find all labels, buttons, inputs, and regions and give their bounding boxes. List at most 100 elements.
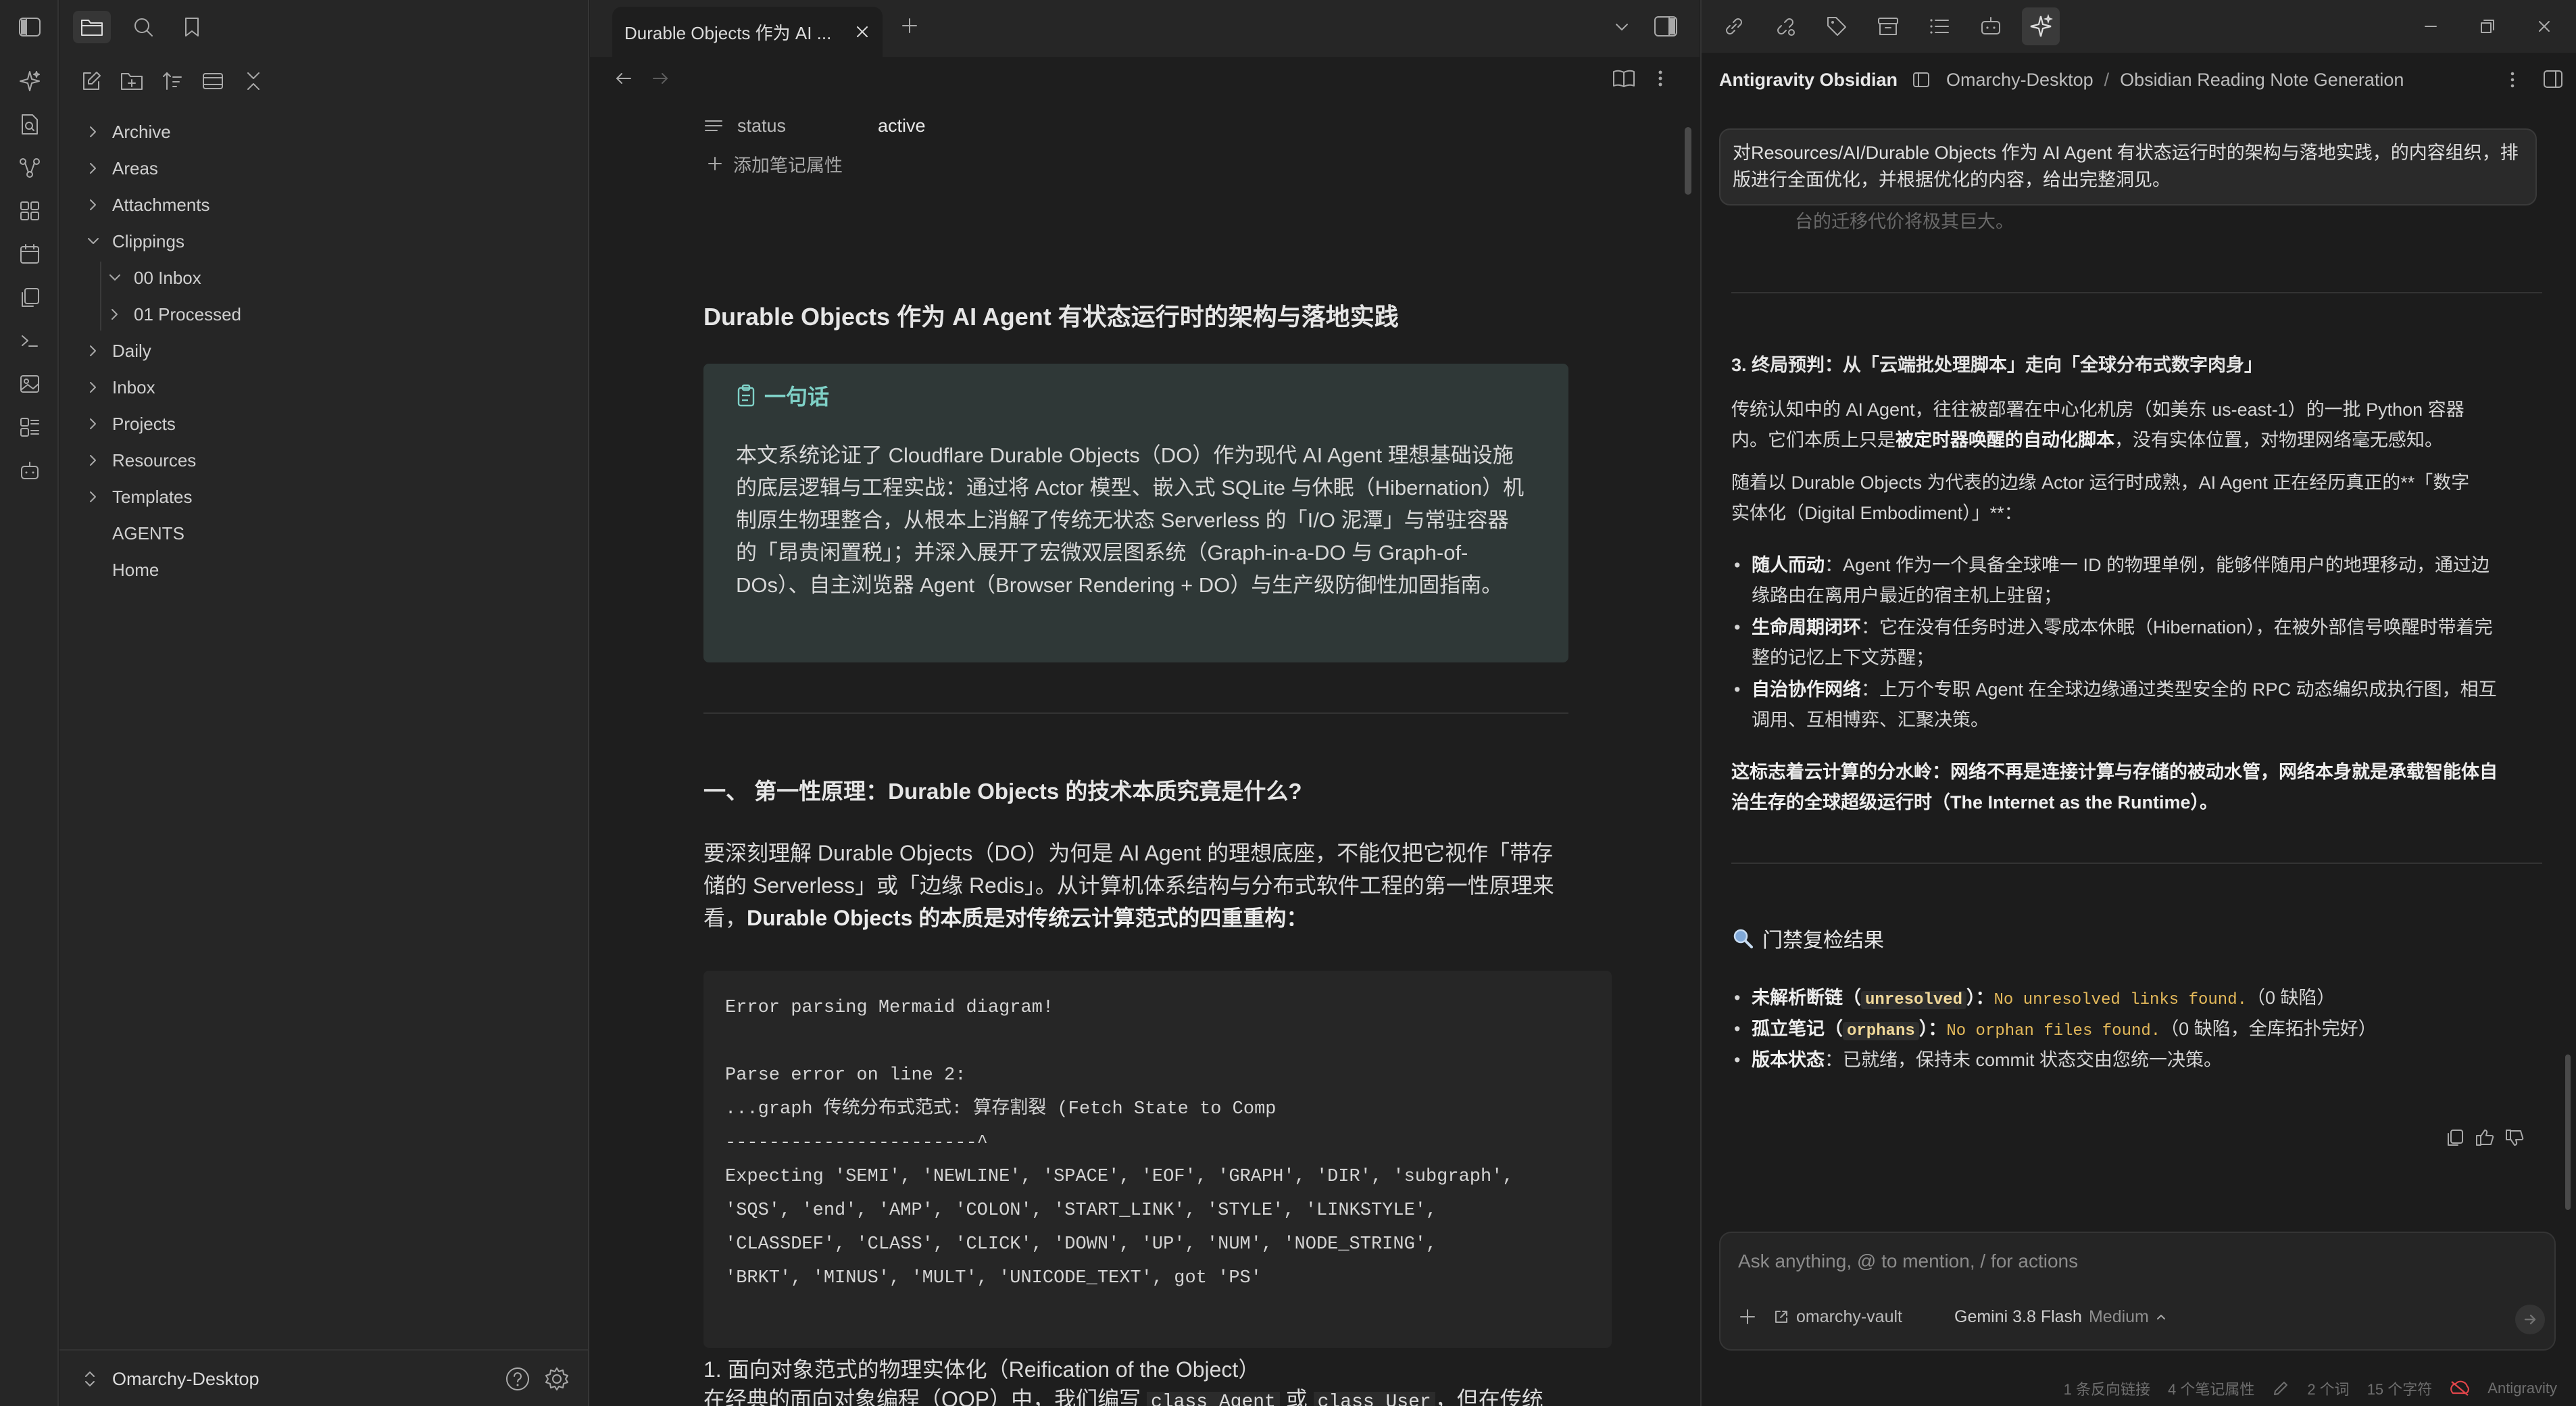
more-options-icon[interactable] <box>1654 68 1667 89</box>
kanban-icon[interactable] <box>15 412 45 442</box>
close-window-icon[interactable] <box>2534 16 2554 37</box>
context-vault-chip[interactable]: omarchy-vault <box>1773 1303 1902 1330</box>
tree-folder-inbox[interactable]: Inbox <box>85 371 155 404</box>
chat-input[interactable]: Ask anything, @ to mention, / for action… <box>1738 1251 2078 1272</box>
tree-label: AGENTS <box>112 523 184 543</box>
list-icon[interactable] <box>1925 11 1954 41</box>
tree-folder-resources[interactable]: Resources <box>85 444 196 477</box>
settings-gear-icon[interactable] <box>543 1365 570 1392</box>
tab-title: Durable Objects 作为 AI ... <box>624 22 832 43</box>
paragraph-text: 或 <box>1279 1387 1314 1406</box>
agent-sidebar-toggle-icon[interactable] <box>2542 69 2564 89</box>
context-vault-label: omarchy-vault <box>1796 1307 1902 1326</box>
reading-view-book-icon[interactable] <box>1612 68 1636 89</box>
agent-more-icon[interactable] <box>2507 69 2518 91</box>
editor-scrollbar-thumb[interactable] <box>1685 127 1691 195</box>
add-property-button[interactable]: 添加笔记属性 <box>706 150 976 177</box>
tree-label: Clippings <box>112 231 184 251</box>
folder-icon[interactable] <box>73 11 111 43</box>
terminal-icon[interactable] <box>15 326 45 356</box>
tree-file-home[interactable]: Home <box>112 554 159 586</box>
minimize-icon[interactable] <box>2421 16 2441 37</box>
tree-folder-archive[interactable]: Archive <box>85 116 171 148</box>
bullet-bold: 随人而动 <box>1752 555 1825 575</box>
copy-icon[interactable] <box>2445 1128 2465 1148</box>
paragraph-line: 看， <box>703 906 747 930</box>
collapse-all-icon[interactable] <box>239 66 268 96</box>
tree-folder-attachments[interactable]: Attachments <box>85 189 210 221</box>
chevron-down-icon <box>109 274 120 281</box>
sparkle-agent-icon[interactable] <box>15 66 45 96</box>
breadcrumb-chat[interactable]: Obsidian Reading Note Generation <box>2120 70 2404 91</box>
link-settings-icon[interactable] <box>1770 11 1800 41</box>
tree-folder-areas[interactable]: Areas <box>85 152 158 185</box>
image-icon[interactable] <box>15 369 45 399</box>
chevron-right-icon <box>90 418 96 429</box>
tree-label: Archive <box>112 121 171 142</box>
close-icon[interactable] <box>854 24 870 40</box>
search-icon[interactable] <box>124 11 162 43</box>
send-button[interactable] <box>2515 1305 2545 1334</box>
panel-toggle-icon[interactable] <box>1912 71 1930 89</box>
robot-icon[interactable] <box>1976 11 2006 41</box>
sort-icon[interactable] <box>157 66 187 96</box>
tree-folder-daily[interactable]: Daily <box>85 335 151 367</box>
paragraph-line: 储的 Serverless」或「边缘 Redis」。从计算机体系结构与分布式软件… <box>703 873 1554 898</box>
status-backlinks[interactable]: 1 条反向链接 <box>2064 1378 2150 1399</box>
status-plugin[interactable]: Antigravity <box>2487 1380 2557 1397</box>
archive-box-icon[interactable] <box>1873 11 1903 41</box>
tab-active-note[interactable]: Durable Objects 作为 AI ... <box>612 7 883 57</box>
status-properties[interactable]: 4 个笔记属性 <box>2168 1378 2254 1399</box>
pencil-edit-icon[interactable] <box>2272 1380 2289 1397</box>
dashboard-icon[interactable] <box>15 196 45 226</box>
tree-folder-projects[interactable]: Projects <box>85 408 176 440</box>
breadcrumb-vault[interactable]: Omarchy-Desktop <box>1946 70 2094 91</box>
copy-pages-icon[interactable] <box>15 283 45 312</box>
calendar-icon[interactable] <box>15 239 45 269</box>
link-check-icon[interactable] <box>1719 11 1749 41</box>
tree-file-agents[interactable]: AGENTS <box>112 517 184 550</box>
breadcrumb-separator: / <box>2104 69 2110 90</box>
new-folder-icon[interactable] <box>117 66 147 96</box>
property-row[interactable]: status active <box>703 112 1109 139</box>
thumbs-down-icon[interactable] <box>2504 1128 2525 1148</box>
property-value[interactable]: active <box>878 116 926 137</box>
attach-plus-icon[interactable] <box>1738 1307 1757 1326</box>
tree-label: 01 Processed <box>134 304 241 324</box>
file-search-icon[interactable] <box>15 110 45 139</box>
agent-scrollbar-thumb[interactable] <box>2565 1054 2571 1210</box>
tab-list-chevron-down-icon[interactable] <box>1611 16 1633 38</box>
sidebar-toggle-icon[interactable] <box>15 12 45 42</box>
new-tab-plus-icon[interactable] <box>899 15 920 37</box>
callout-line: 的「昂贵闲置税」；并深入展开了宏微双层图系统（Graph-in-a-DO 与 G… <box>736 541 1468 564</box>
auto-reveal-icon[interactable] <box>198 66 228 96</box>
antigravity-sparkle-icon[interactable] <box>2022 7 2060 45</box>
vault-name: Omarchy-Desktop <box>112 1368 259 1389</box>
faded-message-line: 台的迁移代价将极其巨大。 <box>1795 212 2014 232</box>
graph-view-icon[interactable] <box>15 153 45 183</box>
restore-window-icon[interactable] <box>2477 16 2498 37</box>
sync-error-icon[interactable] <box>2450 1380 2470 1397</box>
conclusion-line: 这标志着云计算的分水岭：网络不再是连接计算与存储的被动水管，网络本身就是承载智能… <box>1731 762 2498 782</box>
right-sidebar-toggle-icon[interactable] <box>1653 15 1679 38</box>
tree-folder-00-inbox[interactable]: 00 Inbox <box>107 262 201 294</box>
bot-icon[interactable] <box>15 456 45 485</box>
thumbs-up-icon[interactable] <box>2475 1128 2495 1148</box>
tree-folder-01-processed[interactable]: 01 Processed <box>107 298 241 331</box>
agent-toolbar <box>1702 0 2576 53</box>
model-mode: Medium <box>2088 1307 2149 1326</box>
bookmark-icon[interactable] <box>173 11 211 43</box>
new-note-icon[interactable] <box>76 66 106 96</box>
code-line: ...graph 传统分布式范式: 算存割裂 (Fetch State to C… <box>725 1099 1277 1119</box>
tree-indent-guide <box>100 262 101 331</box>
vault-switcher[interactable]: Omarchy-Desktop <box>82 1364 420 1394</box>
forward-arrow-icon[interactable] <box>649 68 671 89</box>
tag-icon[interactable] <box>1822 11 1852 41</box>
help-icon[interactable] <box>504 1365 531 1392</box>
paragraph-line: 随着以 Durable Objects 为代表的边缘 Actor 运行时成熟，A… <box>1731 472 2470 493</box>
tree-folder-templates[interactable]: Templates <box>85 481 193 513</box>
back-arrow-icon[interactable] <box>613 68 635 89</box>
tree-folder-clippings[interactable]: Clippings <box>85 225 184 258</box>
model-selector[interactable]: Gemini 3.8 Flash Medium <box>1954 1303 2168 1330</box>
property-name: status <box>737 115 787 136</box>
